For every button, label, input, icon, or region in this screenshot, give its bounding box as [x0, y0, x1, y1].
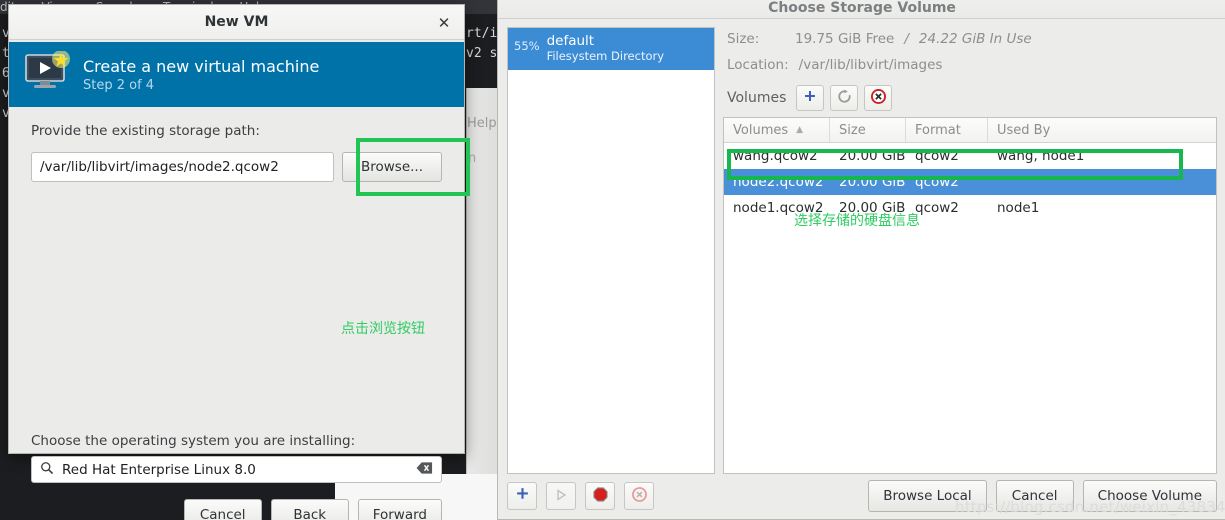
- column-header-size[interactable]: Size: [830, 118, 906, 142]
- storage-path-row: /var/lib/libvirt/images/node2.qcow2 Brow…: [31, 152, 442, 182]
- pool-meta: Size: 19.75 GiB Free / 24.22 GiB In Use …: [723, 27, 1217, 73]
- pool-size-used: 24.22 GiB In Use: [918, 31, 1032, 47]
- delete-circle-icon: [631, 486, 647, 506]
- volume-add-button[interactable]: [796, 85, 825, 111]
- search-icon: [40, 460, 54, 479]
- storage-dialog-titlebar: Choose Storage Volume: [498, 0, 1225, 19]
- cell-volume: node2.qcow2: [733, 174, 824, 190]
- new-vm-button-row: Cancel Back Forward: [31, 499, 442, 520]
- close-icon[interactable]: ✕: [434, 13, 454, 33]
- play-icon: [554, 487, 568, 506]
- os-label: Choose the operating system you are inst…: [31, 433, 356, 449]
- pool-start-button[interactable]: [546, 482, 576, 510]
- pool-add-button[interactable]: [507, 482, 537, 510]
- new-vm-titlebar: New VM ✕: [9, 5, 464, 40]
- column-header-label: Volumes: [733, 122, 789, 138]
- pool-size-free: 19.75 GiB Free: [795, 31, 895, 47]
- new-vm-dialog: New VM ✕ Create a new virtual machine St…: [8, 4, 470, 520]
- os-value: Red Hat Enterprise Linux 8.0: [62, 461, 256, 478]
- volumes-toolbar: Volumes: [727, 85, 1217, 111]
- cell-size: 20.00 GiB: [839, 174, 906, 190]
- screenshot-root: dit View Search Terminal Help v t 6 v v …: [0, 0, 1225, 520]
- storage-cancel-button[interactable]: Cancel: [995, 480, 1074, 512]
- volumes-table-header: Volumes ▲ Size Format Used By: [724, 118, 1216, 143]
- new-vm-monitor-icon: [23, 49, 71, 99]
- pool-labels: default Filesystem Directory: [546, 33, 665, 64]
- choose-volume-button[interactable]: Choose Volume: [1082, 480, 1217, 512]
- volumes-table[interactable]: Volumes ▲ Size Format Used By wang.qcow2…: [723, 117, 1217, 474]
- table-row[interactable]: node2.qcow2 20.00 GiB qcow2: [724, 169, 1216, 195]
- cell-format: qcow2: [915, 174, 959, 190]
- pool-size-row: Size: 19.75 GiB Free / 24.22 GiB In Use: [727, 31, 1217, 47]
- choose-storage-volume-dialog: Choose Storage Volume 55% default Filesy…: [497, 0, 1225, 520]
- storage-dialog-footer: Browse Local Cancel Choose Volume: [498, 474, 1225, 518]
- pool-location-label: Location:: [727, 57, 789, 73]
- back-button[interactable]: Back: [270, 499, 349, 520]
- annotation-select-volume: 选择存储的硬盘信息: [794, 213, 920, 229]
- volume-refresh-button[interactable]: [830, 85, 859, 111]
- new-vm-banner-text: Create a new virtual machine Step 2 of 4: [83, 57, 319, 93]
- pool-stop-button[interactable]: [585, 482, 615, 510]
- volumes-toolbar-label: Volumes: [727, 90, 787, 106]
- refresh-icon: [837, 89, 852, 108]
- plus-icon: [803, 89, 817, 108]
- cell-volume: wang.qcow2: [733, 148, 818, 164]
- plus-icon: [515, 487, 530, 506]
- pool-size-separator: /: [904, 31, 909, 47]
- storage-path-input[interactable]: /var/lib/libvirt/images/node2.qcow2: [31, 152, 334, 182]
- pool-name: default: [546, 33, 595, 50]
- storage-dialog-title: Choose Storage Volume: [768, 0, 956, 16]
- pool-location-value: /var/lib/libvirt/images: [798, 57, 943, 73]
- storage-dialog-main: 55% default Filesystem Directory Size: 1…: [498, 19, 1225, 474]
- cell-size: 20.00 GiB: [839, 148, 906, 164]
- pool-location-row: Location: /var/lib/libvirt/images: [727, 57, 1217, 73]
- new-vm-body: Provide the existing storage path: /var/…: [9, 107, 464, 520]
- pool-size-label: Size:: [727, 31, 760, 47]
- terminal-text-fragment: rt/i: [466, 26, 498, 41]
- volume-delete-button[interactable]: [864, 85, 893, 111]
- sort-ascending-icon: ▲: [796, 125, 804, 135]
- pool-usage-percent: 55%: [514, 39, 540, 53]
- new-vm-step: Step 2 of 4: [83, 77, 155, 93]
- terminal-text-fragment: v2 s: [466, 46, 498, 61]
- column-header-used-by[interactable]: Used By: [988, 118, 1216, 142]
- storage-path-label: Provide the existing storage path:: [31, 123, 260, 139]
- cell-format: qcow2: [915, 148, 959, 164]
- column-header-volumes[interactable]: Volumes ▲: [724, 118, 830, 142]
- new-vm-heading: Create a new virtual machine: [83, 56, 320, 76]
- delete-circle-icon: [870, 88, 886, 108]
- new-vm-title: New VM: [204, 14, 269, 30]
- background-text-fragment: n: [468, 151, 477, 166]
- stop-octagon-icon: [592, 486, 608, 506]
- annotation-click-browse: 点击浏览按钮: [341, 321, 425, 337]
- pool-type: Filesystem Directory: [546, 49, 665, 64]
- table-row[interactable]: wang.qcow2 20.00 GiB qcow2 wang, node1: [724, 143, 1216, 169]
- storage-pool-list[interactable]: 55% default Filesystem Directory: [507, 27, 715, 474]
- background-window-edge: [466, 88, 498, 474]
- forward-button[interactable]: Forward: [357, 499, 442, 520]
- browse-button-wrap: Browse...: [342, 152, 442, 182]
- cell-used-by: wang, node1: [997, 148, 1085, 164]
- background-help-label[interactable]: Help: [466, 112, 498, 136]
- new-vm-banner: Create a new virtual machine Step 2 of 4: [9, 42, 464, 107]
- browse-local-button[interactable]: Browse Local: [868, 480, 987, 512]
- cancel-button[interactable]: Cancel: [183, 499, 262, 520]
- storage-pool-item-default[interactable]: 55% default Filesystem Directory: [508, 28, 714, 70]
- storage-pool-details: Size: 19.75 GiB Free / 24.22 GiB In Use …: [723, 27, 1217, 474]
- os-search-input[interactable]: Red Hat Enterprise Linux 8.0: [31, 456, 442, 483]
- pool-delete-button[interactable]: [624, 482, 654, 510]
- browse-button[interactable]: Browse...: [342, 152, 442, 182]
- clear-backspace-icon[interactable]: [416, 460, 433, 479]
- cell-used-by: node1: [997, 200, 1040, 216]
- column-header-format[interactable]: Format: [906, 118, 988, 142]
